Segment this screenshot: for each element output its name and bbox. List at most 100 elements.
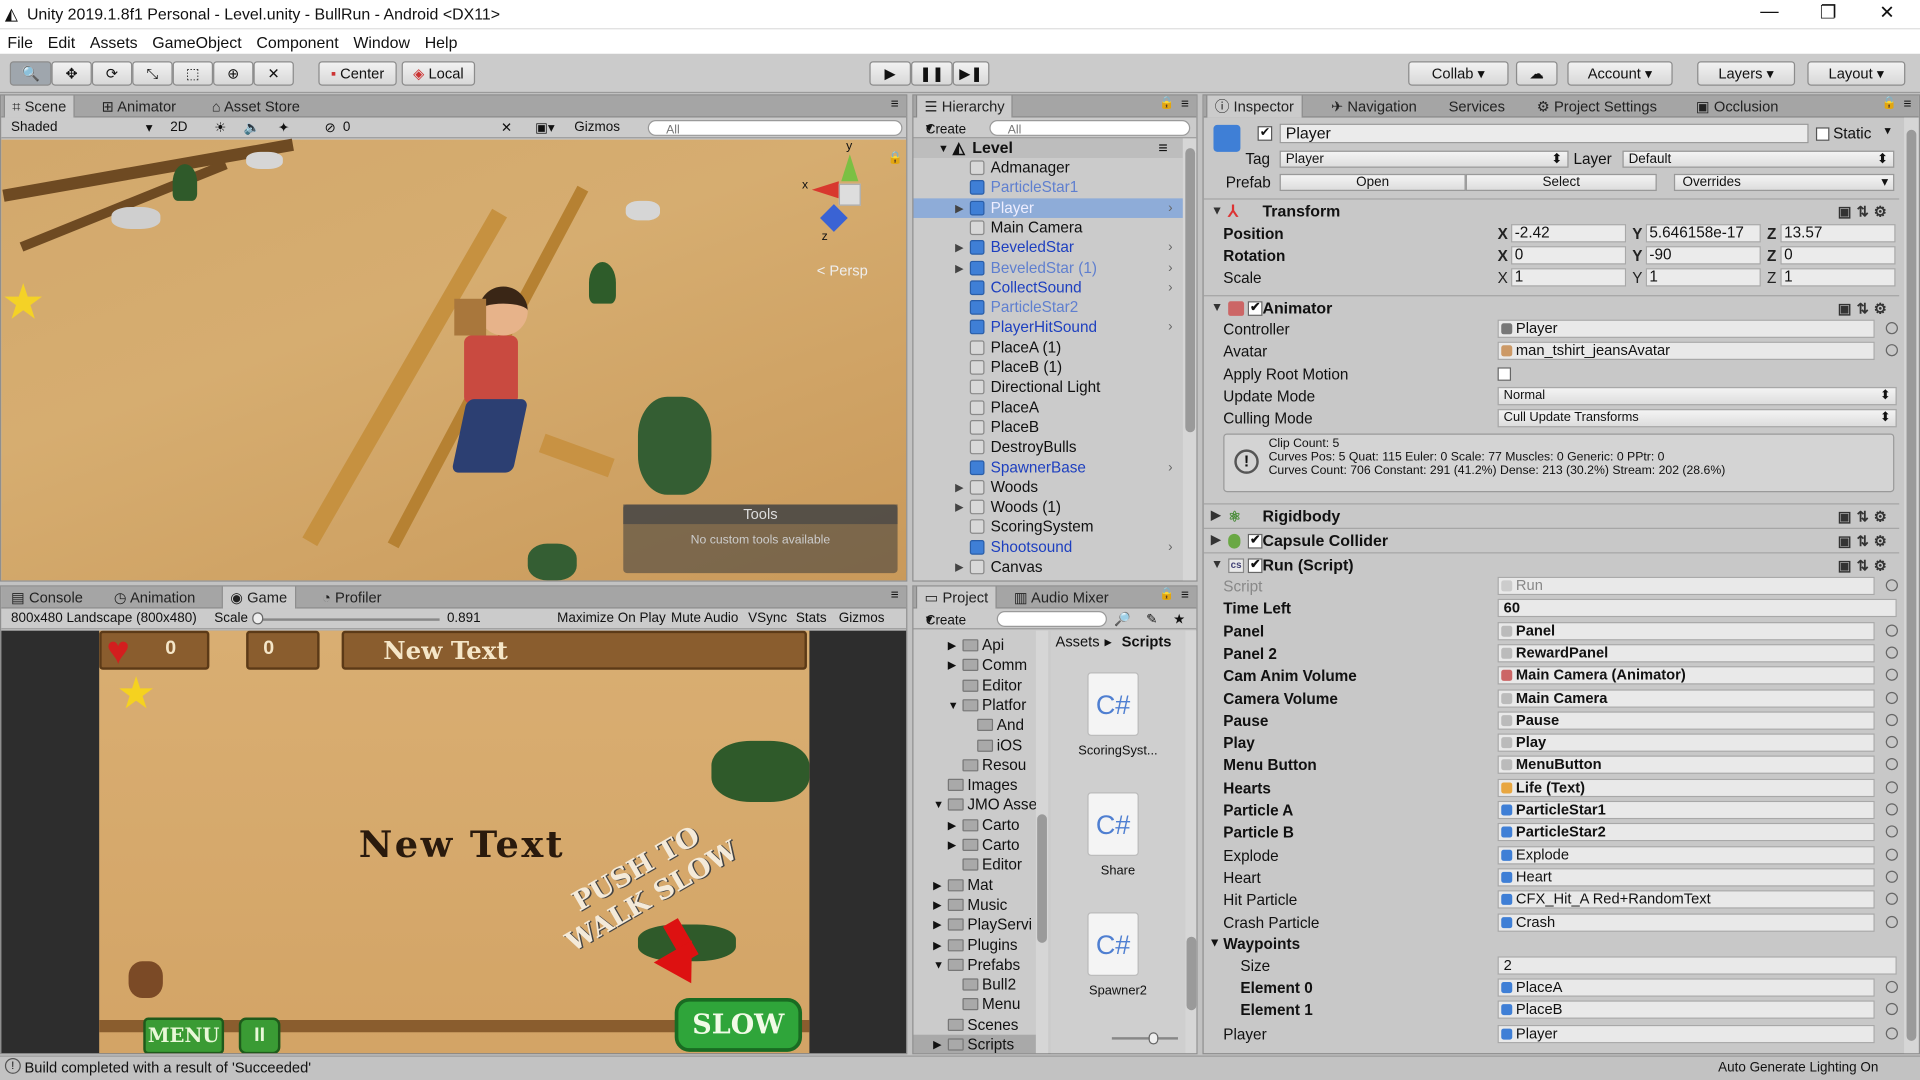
folder-arrow-icon[interactable]: ▶ [948, 655, 956, 675]
hierarchy-item[interactable]: ▶ BeveledStar (1) › [913, 258, 1182, 278]
script-asset[interactable]: C# ScoringSyst... [1051, 658, 1186, 768]
game-viewport[interactable]: ♥ 0 ★ 0 New Text New Text PUSH TO WALK S… [99, 630, 810, 1054]
project-folder-item[interactable]: ▼ JMO Asse [913, 795, 1036, 815]
element-1-field[interactable]: PlaceB [1497, 1000, 1875, 1019]
lock-icon[interactable]: 🔒 [1882, 97, 1897, 110]
object-reference-field[interactable]: Heart [1497, 868, 1875, 887]
hierarchy-item[interactable]: PlaceB [913, 417, 1182, 437]
hierarchy-item[interactable]: ▶ Player › [913, 197, 1183, 218]
hierarchy-scroll-thumb[interactable] [1185, 148, 1196, 433]
maximize-on-play-toggle[interactable]: Maximize On Play [557, 611, 666, 626]
capsule-collider-component-header[interactable]: ▶ ✔ Capsule Collider ▣⇅⚙ [1203, 527, 1900, 552]
component-actions-icon[interactable]: ▣⇅⚙ [1838, 296, 1892, 320]
prefab-open-button[interactable]: Open [1279, 173, 1466, 192]
account-dropdown[interactable]: Account ▾ [1567, 61, 1673, 86]
object-picker-icon[interactable] [1885, 691, 1898, 704]
hierarchy-item[interactable]: Main Camera [913, 218, 1182, 238]
scale-x-field[interactable]: 1 [1511, 268, 1627, 287]
component-actions-icon[interactable]: ▣⇅⚙ [1838, 504, 1892, 528]
expand-arrow-icon[interactable]: ▶ [955, 477, 963, 497]
inspector-scrollbar[interactable] [1904, 117, 1919, 1054]
hierarchy-item[interactable]: ▶ Canvas [913, 557, 1182, 577]
object-picker-icon[interactable] [1885, 980, 1898, 994]
hierarchy-scrollbar[interactable] [1182, 138, 1197, 581]
tab-animator[interactable]: ⊞ Animator [94, 96, 183, 118]
hierarchy-item[interactable]: PlaceB (1) [913, 358, 1182, 378]
files-scroll-thumb[interactable] [1186, 936, 1197, 1011]
object-picker-icon[interactable] [1885, 803, 1898, 816]
project-folder-item[interactable]: ▶ Plugins [913, 935, 1035, 955]
audio-icon[interactable]: 🔈 [244, 120, 261, 136]
menu-window[interactable]: Window [346, 29, 417, 51]
hierarchy-item[interactable]: ▶ Woods (1) [913, 497, 1182, 517]
collapse-arrow-icon[interactable]: ▼ [1211, 553, 1223, 577]
expand-arrow-icon[interactable]: ▼ [938, 138, 949, 158]
menu-help[interactable]: Help [417, 29, 464, 51]
tab-occlusion[interactable]: ▣ Occlusion [1689, 96, 1786, 118]
project-folder-item[interactable]: Bull2 [913, 975, 1035, 995]
menu-edit[interactable]: Edit [40, 29, 82, 51]
vsync-toggle[interactable]: VSync [748, 611, 787, 626]
menu-gameobject[interactable]: GameObject [145, 29, 249, 51]
hierarchy-item[interactable]: Directional Light [913, 378, 1182, 398]
toggle-2d-button[interactable]: 2D [170, 120, 187, 135]
object-reference-field[interactable]: Panel [1497, 621, 1875, 640]
object-reference-field[interactable]: Explode [1497, 845, 1875, 864]
menu-component[interactable]: Component [249, 29, 346, 51]
object-reference-field[interactable]: ParticleStar2 [1497, 823, 1875, 842]
expand-arrow-icon[interactable]: ▶ [955, 238, 963, 258]
object-picker-icon[interactable] [1885, 344, 1898, 357]
slow-button[interactable]: SLOW [674, 997, 803, 1052]
object-picker-icon[interactable] [1885, 1002, 1898, 1016]
open-prefab-icon[interactable]: › [1168, 258, 1172, 278]
project-folder-item[interactable]: ▶ Carto [913, 815, 1035, 835]
perspective-label[interactable]: < Persp [817, 262, 868, 279]
capsule-enabled-checkbox[interactable]: ✔ [1247, 533, 1263, 549]
project-folder-item[interactable]: And [913, 715, 1035, 735]
resolution-dropdown[interactable]: 800x480 Landscape (800x480) [11, 611, 197, 626]
close-button[interactable]: ✕ [1869, 1, 1906, 23]
icon-size-thumb[interactable] [1148, 1032, 1159, 1045]
lighting-icon[interactable]: ☀ [214, 120, 226, 136]
apply-root-motion-checkbox[interactable] [1497, 366, 1512, 381]
tools-toggle-icon[interactable]: ✕ [501, 120, 512, 136]
tab-profiler[interactable]: ◔ Profiler [315, 587, 389, 609]
folder-arrow-icon[interactable]: ▼ [933, 795, 944, 815]
tab-inspector[interactable]: ⓘ Inspector [1206, 95, 1303, 118]
animator-component-header[interactable]: ▼ ✔ Animator ▣⇅⚙ [1203, 295, 1900, 320]
camera-icon[interactable]: ▣▾ [535, 120, 554, 136]
collab-button[interactable]: Collab ▾ [1408, 61, 1509, 86]
rotation-x-field[interactable]: 0 [1511, 246, 1627, 265]
open-prefab-icon[interactable]: › [1168, 198, 1172, 218]
object-picker-icon[interactable] [1885, 646, 1898, 659]
tab-project[interactable]: ▭ Project [915, 586, 997, 609]
folder-arrow-icon[interactable]: ▶ [933, 915, 941, 935]
gizmo-lock-icon[interactable]: 🔒 [888, 152, 903, 165]
tag-dropdown[interactable]: Player ⬍ [1279, 150, 1569, 168]
object-picker-icon[interactable] [1885, 579, 1898, 592]
folder-arrow-icon[interactable]: ▶ [933, 1035, 941, 1053]
object-reference-field[interactable]: Life (Text) [1497, 778, 1875, 797]
tab-console[interactable]: ▤ Console [4, 587, 91, 609]
object-reference-field[interactable]: Main Camera (Animator) [1497, 666, 1875, 685]
project-folder-item[interactable]: Editor [913, 855, 1035, 875]
layout-dropdown[interactable]: Layout ▾ [1807, 61, 1906, 86]
hidden-objects-icon[interactable]: ⊘ [324, 120, 335, 136]
active-checkbox[interactable]: ✔ [1257, 126, 1273, 141]
object-picker-icon[interactable] [1885, 623, 1898, 637]
project-folder-item[interactable]: Scenes [913, 1015, 1035, 1035]
object-picker-icon[interactable] [1885, 713, 1898, 726]
project-folder-item[interactable]: ▶ Carto [913, 835, 1035, 855]
expand-arrow-icon[interactable]: ▶ [955, 557, 963, 577]
project-folder-item[interactable]: ▶ Music [913, 895, 1035, 915]
menu-file[interactable]: File [0, 29, 40, 51]
pause-button[interactable]: ❚❚ [911, 61, 953, 86]
animator-enabled-checkbox[interactable]: ✔ [1247, 301, 1263, 316]
object-picker-icon[interactable] [1885, 870, 1898, 883]
transform-component-header[interactable]: ▼ ⅄ Transform ▣⇅⚙ [1203, 198, 1900, 222]
hierarchy-item[interactable]: SpawnerBase › [913, 457, 1182, 477]
object-reference-field[interactable]: Play [1497, 733, 1875, 752]
rotate-tool-button[interactable]: ⟳ [91, 61, 133, 86]
hierarchy-item[interactable]: ParticleStar2 [913, 298, 1182, 318]
expand-arrow-icon[interactable]: ▶ [955, 497, 963, 517]
